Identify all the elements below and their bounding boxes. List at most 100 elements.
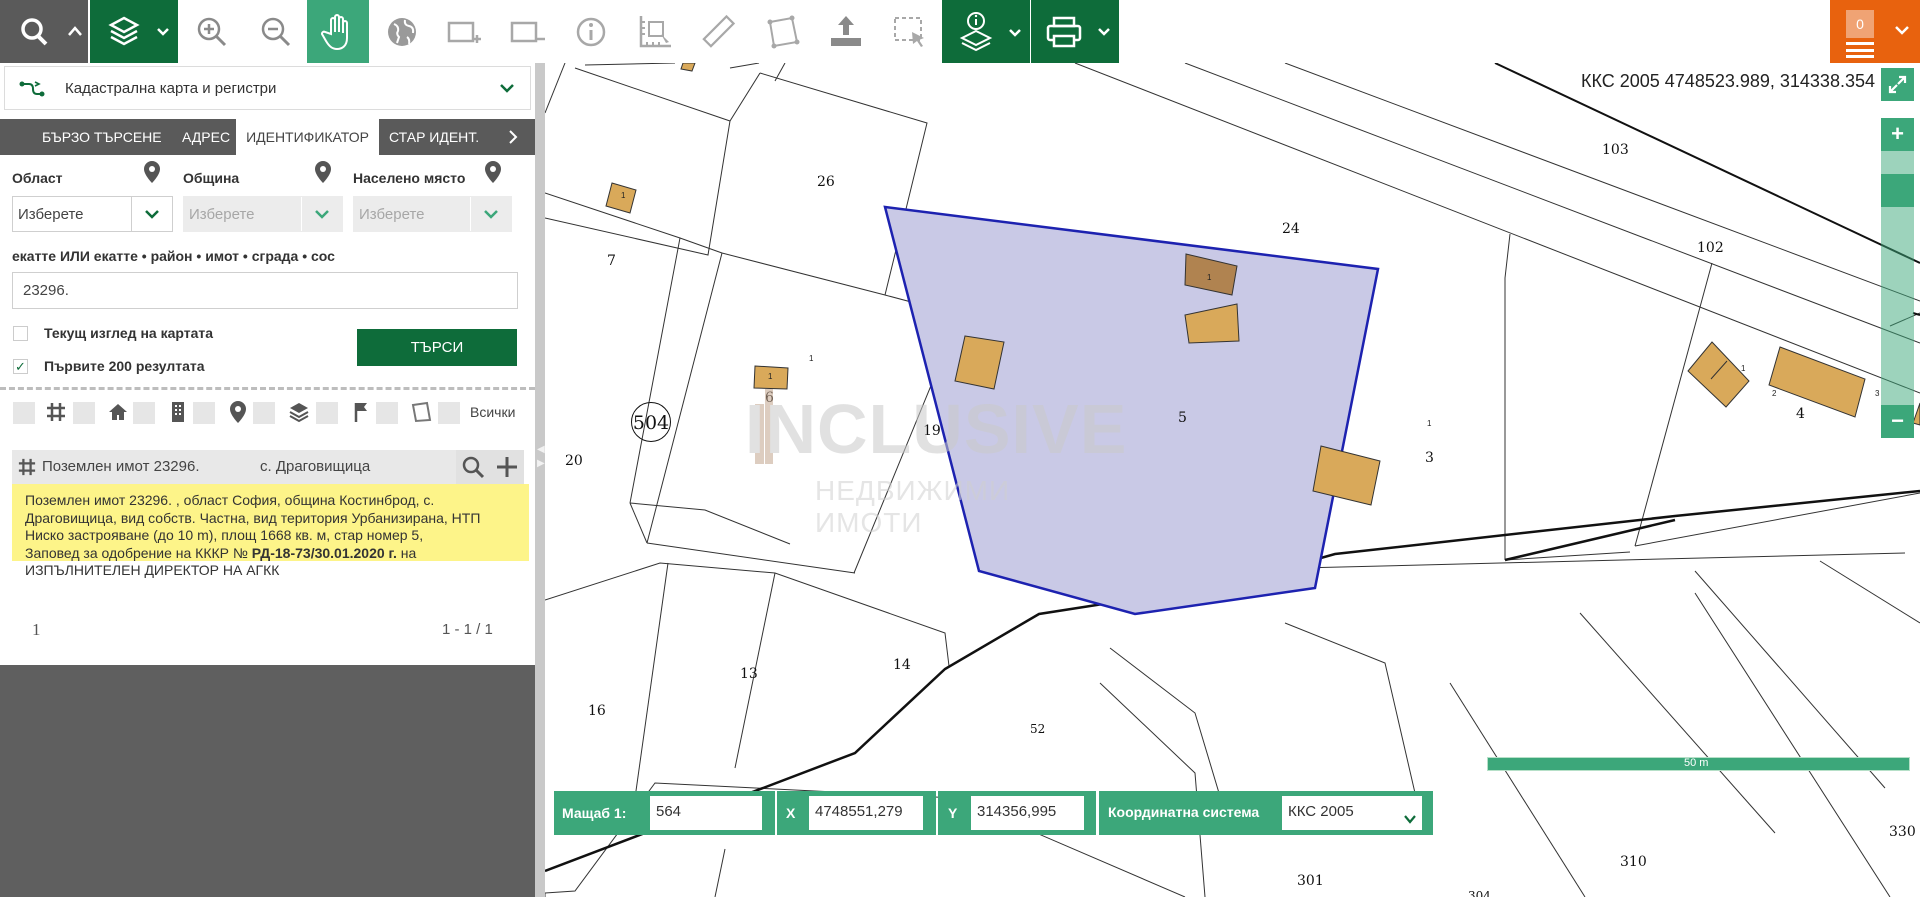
dropdown-toggle[interactable] [470, 197, 511, 231]
parcel-label: 304 [1468, 889, 1491, 897]
location-pin-icon[interactable] [229, 400, 247, 424]
select-area-tool[interactable] [878, 0, 941, 63]
tab-old-identifier[interactable]: СТАР ИДЕНТ. [389, 119, 479, 155]
flag-icon[interactable] [352, 401, 370, 423]
search-button-label: ТЪРСИ [410, 339, 464, 356]
layers-tool[interactable] [90, 0, 178, 63]
parcel-label: 26 [817, 174, 835, 190]
chevron-right-icon[interactable] [508, 130, 518, 144]
info-layers-tool[interactable] [942, 0, 1030, 63]
dropdown-toggle[interactable] [131, 197, 172, 231]
road-number-label: 504 [631, 402, 671, 442]
search-tool[interactable] [0, 0, 88, 63]
filter-checkbox[interactable] [73, 402, 95, 424]
scale-input[interactable]: 564 [650, 796, 762, 830]
location-pin-icon[interactable] [484, 160, 502, 184]
tab-quick-search[interactable]: БЪРЗО ТЪРСЕНЕ [42, 119, 162, 155]
location-pin-icon[interactable] [143, 160, 161, 184]
building-label: 1 [1427, 419, 1432, 428]
filter-checkbox[interactable] [253, 402, 275, 424]
add-rect-tool[interactable] [434, 0, 496, 63]
zoom-out-icon [261, 17, 290, 46]
chevron-down-icon [145, 210, 159, 219]
ruler-tool[interactable] [687, 0, 749, 63]
grid-icon[interactable] [46, 402, 66, 422]
filter-checkbox[interactable] [133, 402, 155, 424]
panel-splitter[interactable]: ◀ ▶ [535, 63, 545, 897]
polygon-tool[interactable] [750, 0, 813, 63]
first-200-checkbox[interactable]: ✓ [13, 359, 28, 374]
parcel-label: 330 [1889, 824, 1916, 840]
upload-tool[interactable] [814, 0, 877, 63]
layers-icon[interactable] [288, 401, 310, 423]
building-label: 1 [1741, 364, 1746, 373]
chevron-down-icon [484, 210, 498, 219]
select-value: Изберете [359, 206, 425, 223]
coordinate-system-select[interactable]: ККС 2005 [1282, 796, 1422, 830]
zoom-in-icon [197, 17, 226, 46]
zoom-slider[interactable]: + − [1881, 118, 1914, 438]
search-icon [21, 17, 82, 45]
search-button[interactable]: ТЪРСИ [357, 329, 517, 366]
settlement-select[interactable]: Изберете [353, 196, 512, 232]
filter-checkbox[interactable] [438, 402, 460, 424]
first-200-label: Първите 200 резултата [44, 358, 205, 374]
parcel-label: 310 [1620, 854, 1647, 870]
parcel-label: 24 [1282, 221, 1300, 237]
region-label: Област [12, 170, 63, 186]
measure-area-tool[interactable] [623, 0, 686, 63]
house-icon[interactable] [107, 402, 129, 422]
polygon-icon [767, 15, 799, 48]
parcel-label: 3 [1425, 450, 1434, 466]
filter-checkbox[interactable] [13, 402, 35, 424]
zoom-out-button[interactable]: − [1881, 405, 1914, 438]
municipality-select[interactable]: Изберете [183, 196, 343, 232]
parcel-label: 16 [588, 703, 606, 719]
building-icon[interactable] [170, 401, 186, 423]
filter-checkbox[interactable] [316, 402, 338, 424]
tab-identifier[interactable]: ИДЕНТИФИКАТОР [236, 119, 379, 155]
info-tool[interactable] [560, 0, 622, 63]
result-add-button[interactable] [490, 450, 524, 484]
scale-input-value: 564 [656, 803, 682, 820]
x-coordinate-input[interactable]: 4748551,279 [809, 796, 923, 830]
tab-label: СТАР ИДЕНТ. [389, 129, 480, 145]
pan-tool[interactable] [307, 0, 369, 63]
tab-label: АДРЕС [182, 129, 231, 145]
fullscreen-button[interactable] [1881, 68, 1914, 101]
parcel-label: 5 [1178, 410, 1187, 426]
print-tool[interactable] [1031, 0, 1119, 63]
polygon-icon[interactable] [410, 401, 432, 423]
parcel-label: 20 [565, 453, 583, 469]
filter-checkbox[interactable] [193, 402, 215, 424]
globe-tool[interactable] [370, 0, 433, 63]
zoom-in-button[interactable]: + [1881, 118, 1914, 151]
zoom-out-tool[interactable] [244, 0, 307, 63]
pagination-count: 1 - 1 / 1 [442, 621, 493, 638]
zoom-in-tool[interactable] [180, 0, 243, 63]
filter-checkbox[interactable] [376, 402, 398, 424]
info-layers-icon [959, 11, 1021, 51]
expand-icon [1888, 75, 1907, 94]
region-select[interactable]: Изберете [12, 196, 173, 232]
map-view[interactable]: 103 26 24 102 7 5 3 4 6 19 20 504 13 14 … [545, 63, 1920, 897]
coordinate-system-value: ККС 2005 [1288, 803, 1354, 820]
results-menu-button[interactable]: 0 [1830, 0, 1920, 63]
layer-selector[interactable]: Кадастрална карта и регистри [4, 66, 531, 110]
ekatte-input[interactable]: 23296. [12, 272, 518, 309]
watermark-logo: INCLUSIVE НЕДВИЖИМИ ИМОТИ [745, 359, 1126, 538]
result-header[interactable]: Поземлен имот 23296. с. Драговищица [12, 450, 456, 484]
result-zoom-button[interactable] [456, 450, 490, 484]
municipality-label: Община [183, 170, 240, 186]
pagination-page[interactable]: 1 [32, 620, 41, 640]
y-coordinate-input[interactable]: 314356,995 [971, 796, 1084, 830]
current-view-checkbox[interactable] [13, 326, 28, 341]
chevron-down-icon [315, 210, 329, 219]
dropdown-toggle[interactable] [301, 197, 342, 231]
search-panel-content: Кадастрална карта и регистри БЪРЗО ТЪРСЕ… [0, 63, 535, 665]
remove-rect-tool[interactable] [497, 0, 559, 63]
zoom-slider-thumb[interactable] [1881, 174, 1914, 207]
tab-address[interactable]: АДРЕС [182, 119, 230, 155]
result-title: Поземлен имот 23296. [42, 458, 200, 475]
location-pin-icon[interactable] [314, 160, 332, 184]
